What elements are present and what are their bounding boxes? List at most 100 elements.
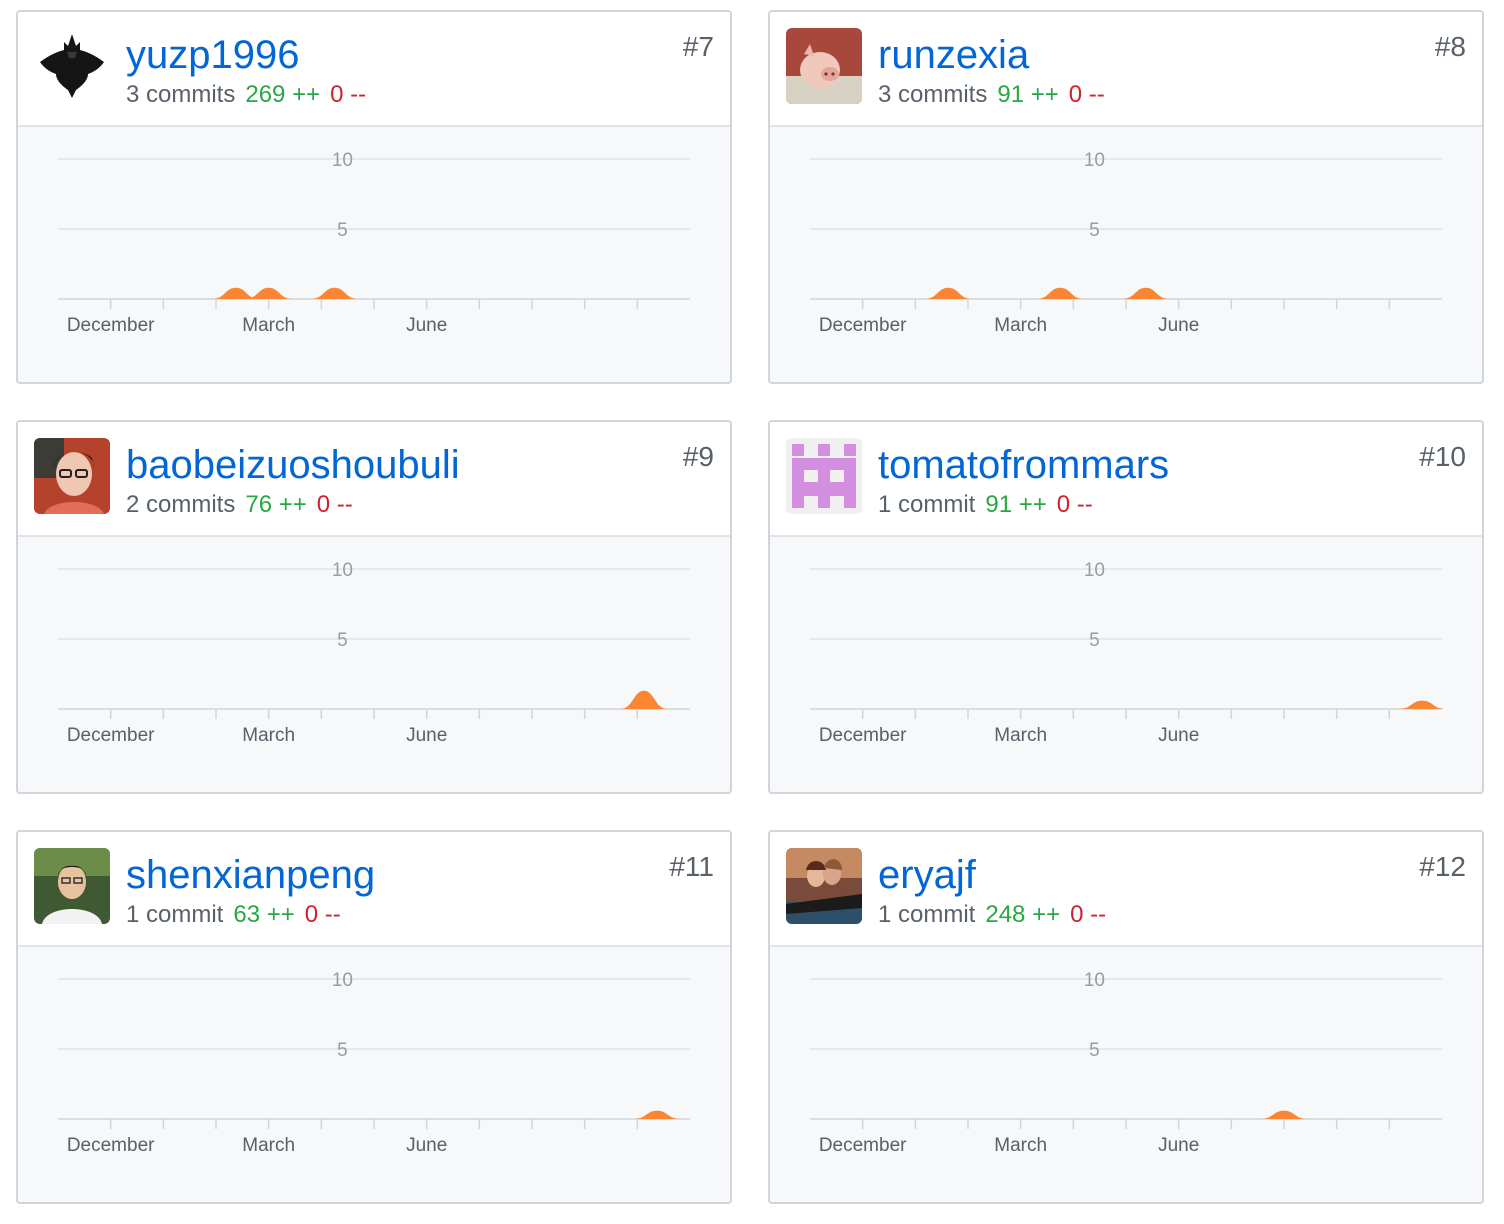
commit-area-peak — [620, 690, 668, 709]
contributor-card: shenxianpeng 1 commit 63 ++ 0 -- #11 10 5 De… — [16, 830, 732, 1204]
deletions-count: 0 -- — [316, 491, 353, 518]
y-tick-label: 5 — [337, 1040, 348, 1061]
contributor-card: yuzp1996 3 commits 269 ++ 0 -- #7 10 5 Decem… — [16, 10, 732, 384]
commit-activity-chart: 10 5 December March June — [810, 970, 1442, 1156]
y-tick-label: 5 — [337, 220, 348, 241]
y-tick-label: 5 — [337, 630, 348, 651]
x-tick-label: June — [1158, 315, 1199, 336]
commit-count: 1 commit — [878, 901, 976, 928]
x-tick-label: March — [242, 725, 295, 746]
x-tick-label: December — [67, 725, 155, 746]
deletions-count: 0 -- — [1056, 491, 1093, 518]
username-link[interactable]: shenxianpeng — [126, 852, 375, 898]
commit-stats: 1 commit 91 ++ 0 -- — [878, 490, 1093, 520]
commit-stats: 1 commit 63 ++ 0 -- — [126, 900, 341, 930]
additions-count: 91 ++ — [997, 81, 1059, 108]
y-tick-label: 5 — [1089, 1040, 1100, 1061]
commit-area-peak — [244, 287, 293, 299]
card-header: eryajf 1 commit 248 ++ 0 -- #12 — [770, 832, 1482, 947]
contributor-card: eryajf 1 commit 248 ++ 0 -- #12 10 5 Decembe… — [768, 830, 1484, 1204]
commit-activity-chart: 10 5 December March June — [810, 560, 1446, 746]
x-tick-label: December — [67, 315, 155, 336]
deletions-count: 0 -- — [1068, 81, 1105, 108]
rank-badge: #10 — [1419, 441, 1466, 472]
rank-badge: #9 — [682, 441, 714, 472]
x-tick-label: March — [994, 725, 1047, 746]
x-tick-label: December — [67, 1135, 155, 1156]
rank-badge: #11 — [669, 851, 714, 882]
avatar[interactable] — [34, 848, 110, 924]
commit-area-peak — [310, 287, 359, 299]
commit-area-peak — [1398, 700, 1446, 709]
avatar[interactable] — [34, 438, 110, 514]
x-tick-label: March — [994, 1135, 1047, 1156]
x-tick-label: December — [819, 725, 907, 746]
commit-stats: 3 commits 269 ++ 0 -- — [126, 80, 366, 110]
y-tick-label: 10 — [1084, 150, 1105, 171]
commit-activity-chart: 10 5 December March June — [58, 970, 690, 1156]
avatar[interactable] — [786, 438, 862, 514]
avatar[interactable] — [34, 28, 110, 104]
card-header: tomatofrommars 1 commit 91 ++ 0 -- #10 — [770, 422, 1482, 537]
additions-count: 248 ++ — [985, 901, 1061, 928]
x-tick-label: June — [406, 1135, 447, 1156]
rank-badge: #8 — [1434, 31, 1466, 62]
commit-area-peak — [212, 287, 260, 299]
commit-activity-chart: 10 5 December March June — [58, 560, 690, 746]
deletions-count: 0 -- — [330, 81, 367, 108]
x-tick-label: June — [406, 315, 447, 336]
username-link[interactable]: tomatofrommars — [878, 442, 1169, 488]
commit-area-peak — [924, 287, 972, 299]
rank-badge: #7 — [682, 31, 714, 62]
card-header: yuzp1996 3 commits 269 ++ 0 -- #7 — [18, 12, 730, 127]
card-header: runzexia 3 commits 91 ++ 0 -- #8 — [770, 12, 1482, 127]
y-tick-label: 5 — [1089, 630, 1100, 651]
contributor-card: runzexia 3 commits 91 ++ 0 -- #8 10 5 Decemb… — [768, 10, 1484, 384]
commit-area-peak — [1036, 287, 1084, 299]
x-tick-label: June — [1158, 725, 1199, 746]
commit-count: 1 commit — [126, 901, 224, 928]
x-tick-label: March — [242, 315, 295, 336]
commit-area-peak — [633, 1110, 681, 1119]
commit-count: 1 commit — [878, 491, 976, 518]
x-tick-label: June — [1158, 1135, 1199, 1156]
username-link[interactable]: runzexia — [878, 32, 1029, 78]
commit-area-peak — [1122, 287, 1170, 299]
commit-stats: 1 commit 248 ++ 0 -- — [878, 900, 1106, 930]
commit-count: 3 commits — [878, 81, 988, 108]
y-tick-label: 10 — [1084, 560, 1105, 581]
avatar[interactable] — [786, 28, 862, 104]
y-tick-label: 10 — [1084, 970, 1105, 991]
additions-count: 269 ++ — [245, 81, 321, 108]
commit-count: 2 commits — [126, 491, 236, 518]
y-tick-label: 10 — [332, 560, 353, 581]
username-link[interactable]: baobeizuoshoubuli — [126, 442, 460, 488]
deletions-count: 0 -- — [1070, 901, 1107, 928]
card-header: baobeizuoshoubuli 2 commits 76 ++ 0 -- #9 — [18, 422, 730, 537]
x-tick-label: March — [242, 1135, 295, 1156]
contributor-card: baobeizuoshoubuli 2 commits 76 ++ 0 -- #9 … — [16, 420, 732, 794]
y-tick-label: 5 — [1089, 220, 1100, 241]
x-tick-label: March — [994, 315, 1047, 336]
avatar[interactable] — [786, 848, 862, 924]
commit-activity-chart: 10 5 December March June — [810, 150, 1442, 336]
x-tick-label: June — [406, 725, 447, 746]
commit-count: 3 commits — [126, 81, 236, 108]
commit-stats: 3 commits 91 ++ 0 -- — [878, 80, 1105, 110]
additions-count: 76 ++ — [245, 491, 307, 518]
deletions-count: 0 -- — [304, 901, 341, 928]
additions-count: 63 ++ — [233, 901, 295, 928]
y-tick-label: 10 — [332, 970, 353, 991]
commit-stats: 2 commits 76 ++ 0 -- — [126, 490, 353, 520]
y-tick-label: 10 — [332, 150, 353, 171]
username-link[interactable]: eryajf — [878, 852, 976, 898]
rank-badge: #12 — [1419, 851, 1466, 882]
card-header: shenxianpeng 1 commit 63 ++ 0 -- #11 — [18, 832, 730, 947]
commit-activity-chart: 10 5 December March June — [58, 150, 690, 336]
x-tick-label: December — [819, 315, 907, 336]
commit-area-peak — [1260, 1110, 1308, 1119]
username-link[interactable]: yuzp1996 — [126, 32, 299, 78]
additions-count: 91 ++ — [985, 491, 1047, 518]
x-tick-label: December — [819, 1135, 907, 1156]
contributor-card: tomatofrommars 1 commit 91 ++ 0 -- #10 10 5… — [768, 420, 1484, 794]
